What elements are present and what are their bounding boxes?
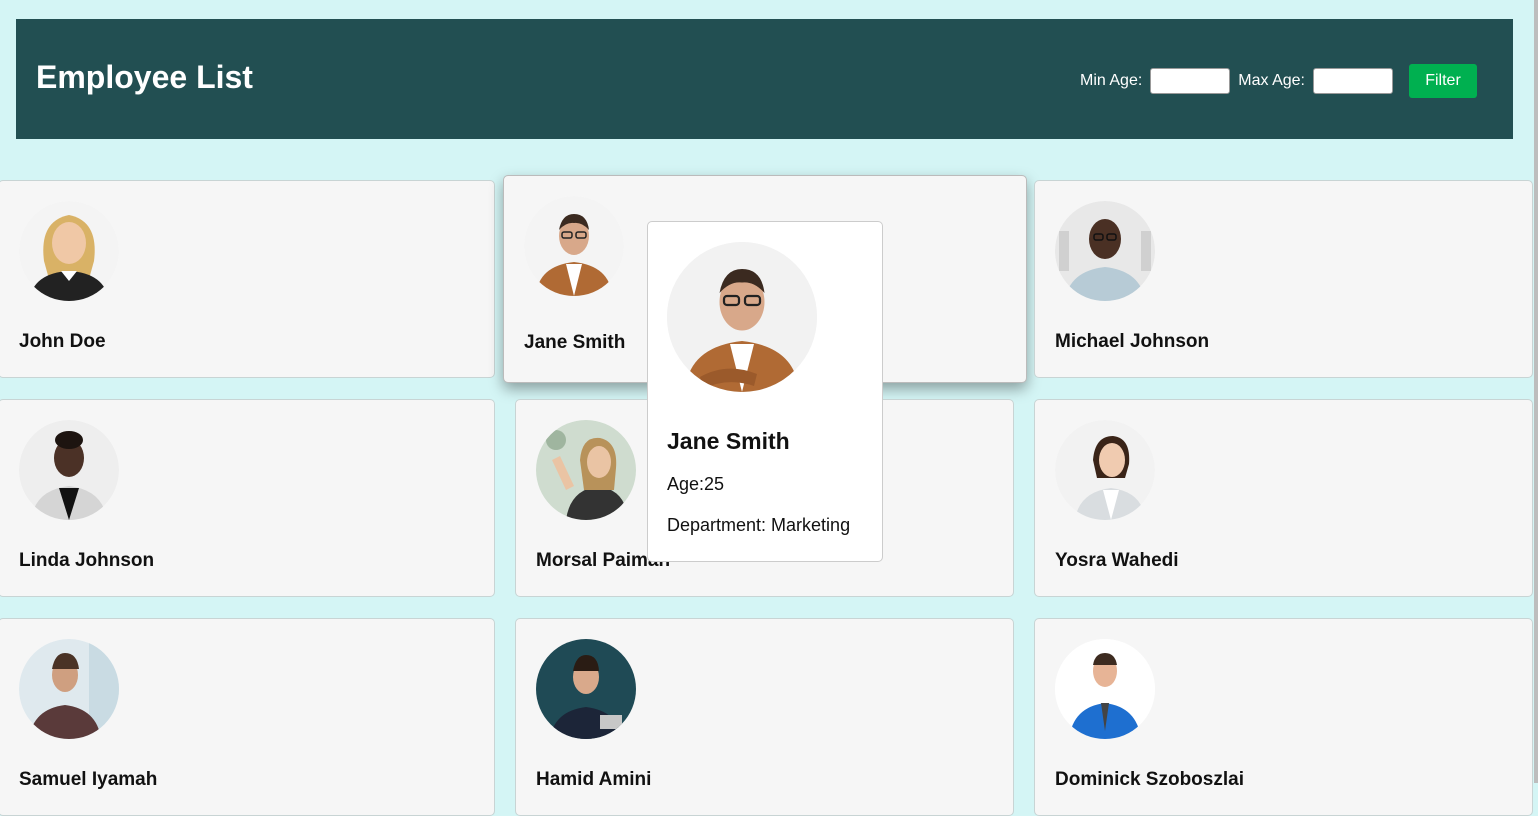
employee-photo [1055, 201, 1155, 301]
employee-card[interactable]: Hamid Amini [515, 618, 1014, 816]
tooltip-age: Age:25 [667, 474, 725, 494]
max-age-label: Max Age: [1238, 72, 1305, 89]
employee-card[interactable]: Linda Johnson [0, 399, 495, 597]
employee-name: Linda Johnson [19, 550, 155, 571]
employee-name: Samuel Iyamah [19, 769, 158, 790]
employee-photo [1055, 420, 1155, 520]
page-header: Employee List Min Age: Max Age: Filter [16, 19, 1513, 139]
employee-card[interactable]: Samuel Iyamah [0, 618, 495, 816]
tooltip-department: Department: Marketing [667, 515, 851, 535]
employee-name: Jane Smith [524, 332, 626, 353]
employee-photo [19, 639, 119, 739]
employee-card[interactable]: Yosra Wahedi [1034, 399, 1533, 597]
filter-button[interactable]: Filter [1409, 64, 1477, 98]
employee-photo [1055, 639, 1155, 739]
employee-photo [536, 639, 636, 739]
age-filter: Min Age: Max Age: Filter [1080, 64, 1477, 98]
page-title: Employee List [36, 59, 253, 95]
tooltip-name: Jane Smith [667, 428, 790, 454]
employee-card[interactable]: Michael Johnson [1034, 180, 1533, 378]
employee-photo-large [667, 242, 817, 392]
employee-card[interactable]: John Doe [0, 180, 495, 378]
employee-card[interactable]: Dominick Szoboszlai [1034, 618, 1533, 816]
employee-name: Yosra Wahedi [1055, 550, 1179, 571]
employee-photo [524, 196, 624, 296]
employee-name: John Doe [19, 331, 106, 352]
employee-details-tooltip: Jane Smith Age:25 Department: Marketing [647, 221, 883, 562]
employee-photo [536, 420, 636, 520]
employee-photo [19, 420, 119, 520]
page-scrollbar[interactable] [1534, 0, 1538, 783]
min-age-input[interactable] [1150, 68, 1231, 94]
min-age-label: Min Age: [1080, 72, 1143, 89]
employee-photo [19, 201, 119, 301]
employee-name: Michael Johnson [1055, 331, 1210, 352]
employee-name: Dominick Szoboszlai [1055, 769, 1244, 790]
employee-name: Hamid Amini [536, 769, 652, 790]
max-age-input[interactable] [1313, 68, 1393, 94]
